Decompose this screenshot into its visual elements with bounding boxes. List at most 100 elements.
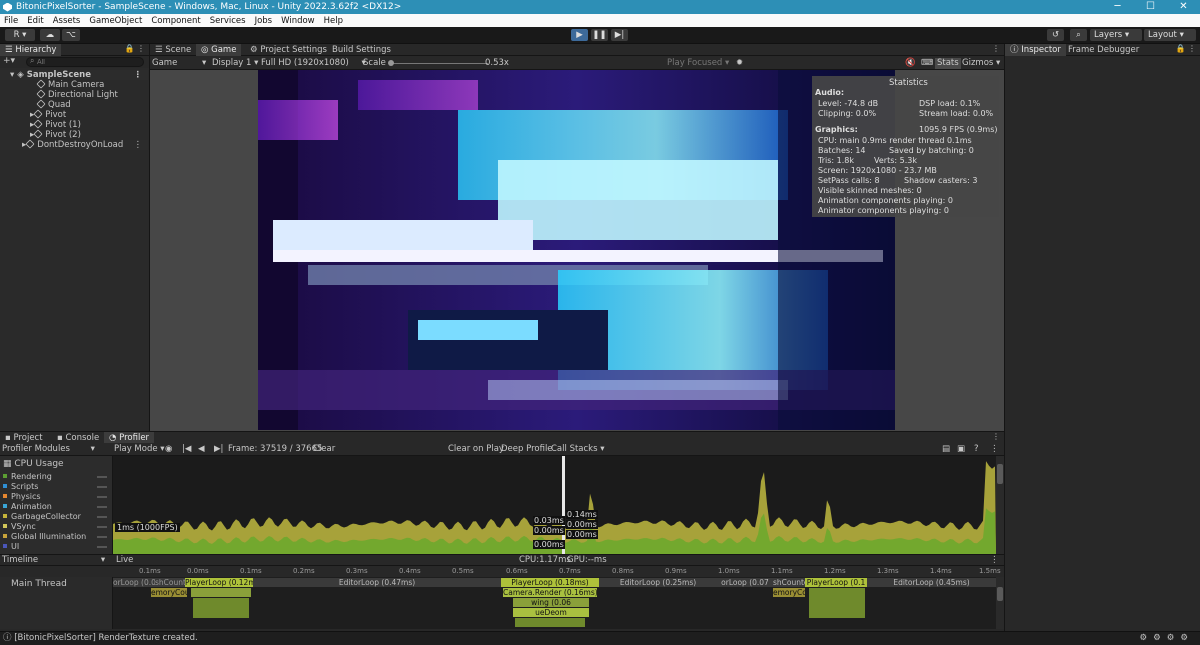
timeline-sample[interactable]: PlayerLoop (0.18ms) (501, 578, 599, 587)
drag-handle[interactable] (97, 486, 107, 488)
timeline-sample[interactable]: shCounter (155, 578, 185, 587)
timeline-sample[interactable]: PlayerLoop (0.1 (805, 578, 867, 587)
close-button[interactable]: ✕ (1167, 0, 1200, 14)
timeline-sample[interactable]: wing (0.06 (513, 598, 589, 607)
play-focused-dropdown[interactable]: Play Focused ▾ (667, 58, 729, 69)
menu-gameobject[interactable]: GameObject (89, 16, 142, 26)
timeline-sample[interactable] (515, 618, 585, 627)
list-item[interactable]: ▸ Pivot (0, 109, 148, 120)
minimize-button[interactable]: ─ (1101, 0, 1134, 14)
hierarchy-search-input[interactable] (26, 57, 144, 67)
step-button[interactable]: ▶| (611, 29, 628, 41)
scrollbar-thumb[interactable] (997, 587, 1003, 601)
prev-frame-icon[interactable]: ◀ (198, 444, 205, 455)
cpu-usage-module[interactable]: ▦ CPU Usage (3, 459, 109, 469)
timeline-sample[interactable]: EditorLoop (0.47ms) (253, 578, 501, 587)
drag-handle[interactable] (97, 516, 107, 518)
list-item[interactable]: ▸ DontDestroyOnLoad ⋮ (0, 139, 148, 150)
layers-dropdown[interactable]: Layers ▾ (1090, 29, 1142, 41)
timeline-sample[interactable]: ueDeom (513, 608, 589, 617)
list-item[interactable]: ▾ ◈ SampleScene ⋮ (0, 70, 148, 80)
timeline-sample[interactable]: Camera.Render (0.16ms) (503, 588, 597, 597)
bug-icon[interactable]: ✹ (736, 58, 743, 69)
timeline-sample[interactable]: orLoop (0.07 (717, 578, 773, 587)
layout-dropdown[interactable]: Layout ▾ (1144, 29, 1196, 41)
list-item[interactable]: Directional Light (0, 89, 148, 100)
scrollbar-thumb[interactable] (997, 464, 1003, 484)
account-dropdown[interactable]: R ▾ (5, 29, 35, 41)
game-mode-dropdown[interactable]: Game ▾ (152, 58, 206, 69)
module-rendering[interactable]: Rendering (3, 472, 109, 482)
drag-handle[interactable] (97, 496, 107, 498)
module-animation[interactable]: Animation (3, 502, 109, 512)
menu-window[interactable]: Window (281, 16, 315, 26)
panel-menu-icon[interactable]: ⋮ (992, 44, 1000, 53)
mute-audio-icon[interactable]: 🔇 (905, 58, 916, 69)
profiler-modules-dropdown[interactable]: Profiler Modules ▾ (2, 444, 95, 455)
panel-menu-icon[interactable]: 🔒 ⋮ (124, 44, 145, 53)
timeline-sample[interactable]: shCounter (773, 578, 805, 587)
tab-project-settings[interactable]: ⚙ Project Settings (245, 44, 332, 56)
drag-handle[interactable] (97, 526, 107, 528)
scale-slider-handle[interactable] (388, 60, 394, 66)
cpu-usage-chart[interactable]: 1ms (1000FPS) 0.03ms 0.00ms 0.00ms 0.14m… (113, 456, 996, 554)
help-icon[interactable]: ? (974, 444, 979, 455)
stats-toggle[interactable]: Stats (935, 58, 961, 69)
first-frame-icon[interactable]: |◀ (182, 444, 191, 455)
version-control-icon[interactable]: ⌥ (62, 29, 80, 41)
module-physics[interactable]: Physics (3, 492, 109, 502)
main-thread-label[interactable]: Main Thread (11, 579, 67, 589)
panel-menu-icon[interactable]: ⋮ (990, 444, 999, 455)
undo-history-icon[interactable]: ↺ (1047, 29, 1064, 41)
drag-handle[interactable] (97, 546, 107, 548)
timeline-sample[interactable] (809, 588, 865, 618)
list-item[interactable]: Main Camera (0, 79, 148, 90)
module-garbage-collector[interactable]: GarbageCollector (3, 512, 109, 522)
timeline-view[interactable]: orLoop (0.0 shCounter PlayerLoop (0.12ms… (113, 577, 996, 629)
live-toggle[interactable]: Live (116, 555, 133, 566)
save-icon[interactable]: ▣ (957, 444, 965, 455)
status-message[interactable]: [BitonicPixelSorter] RenderTexture creat… (14, 633, 197, 643)
list-item[interactable]: ▸ Pivot (2) (0, 129, 148, 140)
play-button[interactable]: ▶ (571, 29, 588, 41)
timeline-sample[interactable]: EditorLoop (0.45ms) (867, 578, 996, 587)
play-mode-dropdown[interactable]: Play Mode ▾ (114, 444, 165, 455)
maximize-button[interactable]: ☐ (1134, 0, 1167, 14)
search-icon[interactable]: ⌕ (1070, 29, 1087, 41)
timeline-sample[interactable] (193, 598, 249, 618)
game-render-image[interactable] (258, 70, 895, 430)
record-icon[interactable]: ◉ (165, 444, 172, 455)
next-frame-icon[interactable]: ▶| (214, 444, 223, 455)
tab-game[interactable]: ◎ Game (196, 44, 242, 56)
panel-menu-icon[interactable]: ⋮ (990, 555, 999, 566)
display-dropdown[interactable]: Display 1 ▾ (212, 58, 258, 69)
tab-inspector[interactable]: ⓘ Inspector (1005, 44, 1066, 56)
tab-scene[interactable]: ☰ Scene (150, 44, 196, 56)
menu-file[interactable]: File (4, 16, 18, 26)
timeline-sample[interactable]: EditorLoop (0.25ms) (599, 578, 717, 587)
load-icon[interactable]: ▤ (942, 444, 950, 455)
more-icon[interactable]: ⋮ (134, 70, 143, 80)
call-stacks-dropdown[interactable]: Call Stacks ▾ (551, 444, 605, 455)
panel-menu-icon[interactable]: 🔒 ⋮ (1175, 44, 1196, 53)
status-icons[interactable]: ⚙⚙⚙⚙ (1140, 632, 1194, 645)
pause-button[interactable]: ❚❚ (591, 29, 608, 41)
list-item[interactable]: Quad (0, 99, 148, 110)
more-icon[interactable]: ⋮ (134, 140, 143, 150)
menu-assets[interactable]: Assets (53, 16, 81, 26)
add-icon[interactable]: +▾ (3, 56, 15, 66)
module-scripts[interactable]: Scripts (3, 482, 109, 492)
timeline-sample[interactable]: orLoop (0.0 (113, 578, 155, 587)
menu-help[interactable]: Help (324, 16, 343, 26)
module-vsync[interactable]: VSync (3, 522, 109, 532)
timeline-sample[interactable]: PlayerLoop (0.12ms) (185, 578, 253, 587)
menu-edit[interactable]: Edit (27, 16, 43, 26)
menu-component[interactable]: Component (151, 16, 200, 26)
drag-handle[interactable] (97, 506, 107, 508)
drag-handle[interactable] (97, 476, 107, 478)
timeline-sample[interactable] (191, 588, 251, 597)
tab-frame-debugger[interactable]: Frame Debugger (1063, 44, 1144, 56)
resolution-dropdown[interactable]: Full HD (1920x1080) ▾ (261, 58, 366, 69)
module-global-illumination[interactable]: Global Illumination (3, 532, 109, 542)
menu-services[interactable]: Services (210, 16, 246, 26)
